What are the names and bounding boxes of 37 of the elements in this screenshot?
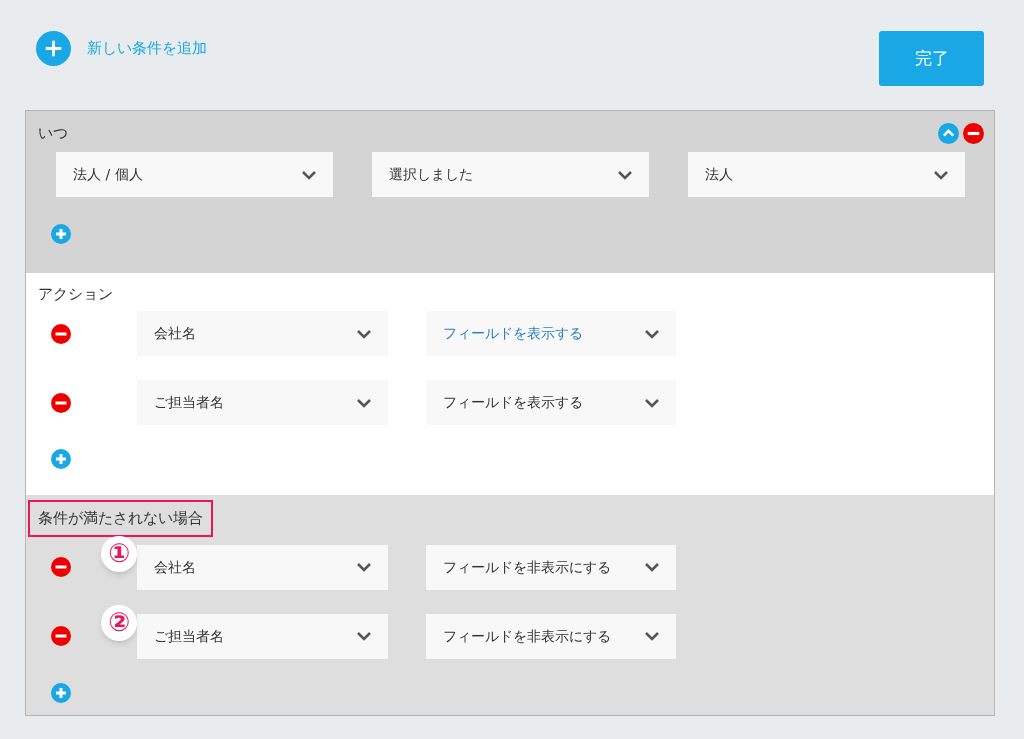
dropdown[interactable]: フィールドを非表示にする xyxy=(426,544,676,590)
remove-icon[interactable] xyxy=(51,557,71,577)
section-title: アクション xyxy=(38,284,114,305)
dropdown[interactable]: ご担当者名 xyxy=(137,380,388,425)
chevron-down-icon xyxy=(356,631,372,641)
dropdown[interactable]: フィールドを表示する xyxy=(426,380,676,425)
dropdown[interactable]: 法人 / 個人 xyxy=(56,152,333,197)
remove-icon[interactable] xyxy=(51,392,71,413)
dropdown[interactable]: 選択しました xyxy=(372,152,649,197)
chevron-down-icon xyxy=(356,328,372,339)
chevron-down-icon xyxy=(644,562,660,572)
chevron-down-icon xyxy=(356,562,372,572)
collapse-icon[interactable] xyxy=(938,123,959,144)
section-title: 条件が満たされない場合 xyxy=(28,500,213,537)
dropdown[interactable]: 法人 xyxy=(688,152,965,197)
section-title: いつ xyxy=(38,123,68,144)
remove-icon[interactable] xyxy=(51,323,71,344)
chevron-down-icon xyxy=(617,169,633,180)
add-icon[interactable] xyxy=(51,682,71,703)
dropdown[interactable]: フィールドを表示する xyxy=(426,311,676,356)
chevron-down-icon xyxy=(644,328,660,339)
chevron-down-icon xyxy=(356,397,372,408)
chevron-down-icon xyxy=(933,169,949,180)
remove-icon[interactable] xyxy=(963,123,984,144)
add-icon[interactable] xyxy=(51,449,71,469)
callout-badge: ① xyxy=(101,535,137,572)
add-icon[interactable] xyxy=(36,31,71,66)
dropdown[interactable]: 会社名 xyxy=(137,311,388,356)
dropdown[interactable]: 会社名 xyxy=(137,544,388,590)
add-icon[interactable] xyxy=(51,224,71,244)
chevron-down-icon xyxy=(644,631,660,641)
chevron-down-icon xyxy=(644,397,660,408)
dropdown[interactable]: フィールドを非表示にする xyxy=(426,613,676,659)
callout-badge: ② xyxy=(101,604,137,641)
dropdown[interactable]: ご担当者名 xyxy=(137,613,388,659)
chevron-down-icon xyxy=(301,169,317,180)
remove-icon[interactable] xyxy=(51,626,71,646)
